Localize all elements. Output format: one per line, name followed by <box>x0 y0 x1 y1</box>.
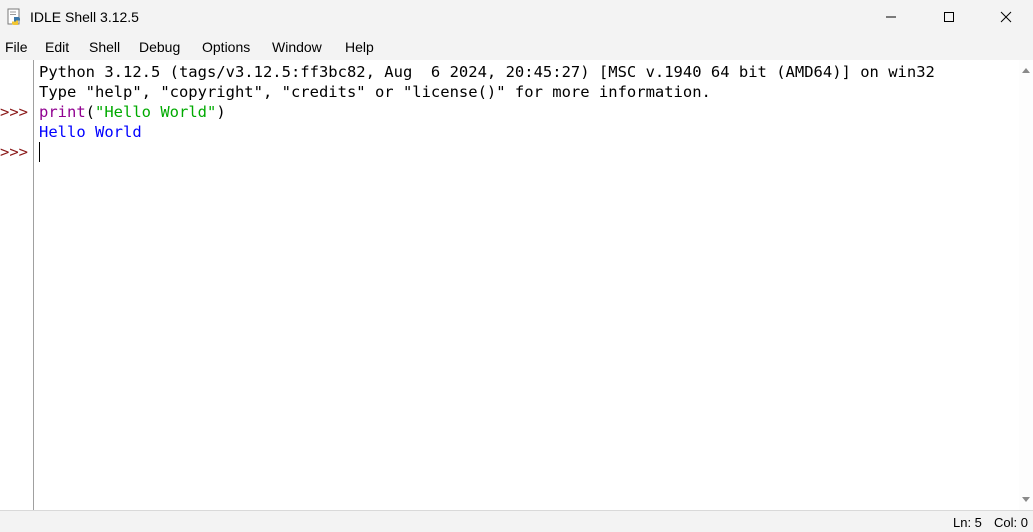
command-line: print("Hello World") <box>39 102 226 122</box>
stdout-output: Hello World <box>39 123 142 141</box>
menu-help[interactable]: Help <box>345 39 374 56</box>
menu-file[interactable]: File <box>5 39 28 56</box>
menu-shell[interactable]: Shell <box>89 39 120 56</box>
minimize-button[interactable] <box>863 0 919 33</box>
banner-version-line: Python 3.12.5 (tags/v3.12.5:ff3bc82, Aug… <box>39 63 935 81</box>
shell-text-area[interactable]: Python 3.12.5 (tags/v3.12.5:ff3bc82, Aug… <box>33 60 1019 510</box>
window-title: IDLE Shell 3.12.5 <box>30 9 139 25</box>
scroll-down-button[interactable] <box>1019 493 1033 507</box>
close-icon <box>1000 11 1012 22</box>
string-literal: "Hello World" <box>95 103 217 121</box>
status-bar: Ln: 5 Col: 0 <box>0 510 1033 532</box>
menu-debug[interactable]: Debug <box>139 39 180 56</box>
maximize-icon <box>944 11 954 22</box>
menu-edit[interactable]: Edit <box>45 39 69 56</box>
close-button[interactable] <box>978 0 1033 33</box>
status-line-number: Ln: 5 <box>953 515 982 530</box>
builtin-keyword: print <box>39 103 86 121</box>
shell-prompt: >>> <box>0 103 28 121</box>
maximize-button[interactable] <box>921 0 977 33</box>
status-column-number: Col: 0 <box>994 515 1028 530</box>
scroll-up-button[interactable] <box>1019 63 1033 77</box>
vertical-scrollbar[interactable] <box>1019 60 1033 510</box>
menu-options[interactable]: Options <box>202 39 250 56</box>
banner-help-line: Type "help", "copyright", "credits" or "… <box>39 83 711 101</box>
close-paren: ) <box>216 103 226 121</box>
scroll-down-arrow-icon <box>1022 497 1030 502</box>
text-cursor <box>39 142 40 162</box>
idle-python-icon <box>7 8 20 25</box>
scroll-up-arrow-icon <box>1022 68 1030 73</box>
title-bar[interactable]: IDLE Shell 3.12.5 <box>0 0 1033 35</box>
minimize-icon <box>886 16 896 17</box>
open-paren: ( <box>85 103 96 121</box>
prompt-gutter: >>> >>> <box>0 60 33 510</box>
menu-window[interactable]: Window <box>272 39 322 56</box>
menu-bar: File Edit Shell Debug Options Window Hel… <box>0 35 1033 60</box>
shell-prompt: >>> <box>0 143 28 161</box>
